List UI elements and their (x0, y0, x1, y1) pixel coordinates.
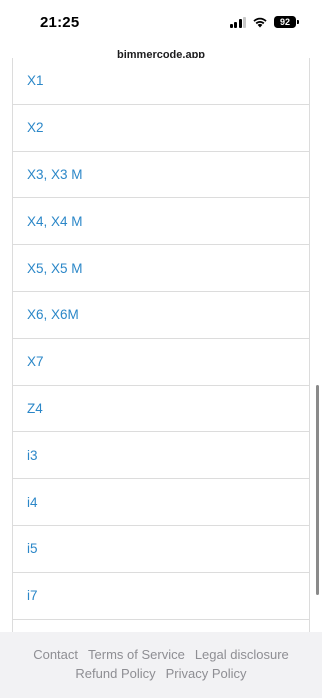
legal-disclosure-link[interactable]: Legal disclosure (195, 647, 289, 662)
model-list-item[interactable]: X7 (13, 339, 309, 386)
status-time: 21:25 (40, 13, 80, 31)
model-link[interactable]: X1 (27, 73, 44, 88)
model-list-item[interactable]: i7 (13, 573, 309, 620)
model-link[interactable]: X2 (27, 120, 44, 135)
screen: 21:25 92 bimmercode.app X1 X2 X3, X3 M X4, … (0, 0, 322, 698)
model-list-item[interactable]: X3, X3 M (13, 152, 309, 199)
model-link[interactable]: X3, X3 M (27, 167, 83, 182)
cellular-signal-icon (229, 16, 246, 28)
scrollbar[interactable] (316, 385, 319, 595)
model-list-item[interactable]: X5, X5 M (13, 245, 309, 292)
footer-row-1: Contact Terms of Service Legal disclosur… (33, 647, 289, 662)
status-bar: 21:25 92 (0, 0, 322, 44)
model-link[interactable]: i5 (27, 541, 38, 556)
model-link[interactable]: Z4 (27, 401, 43, 416)
model-link[interactable]: i7 (27, 588, 38, 603)
battery-icon: 92 (274, 16, 299, 28)
model-link[interactable]: X7 (27, 354, 44, 369)
model-link[interactable]: X4, X4 M (27, 214, 83, 229)
status-icons: 92 (229, 16, 299, 28)
model-list-item[interactable]: X4, X4 M (13, 198, 309, 246)
model-list-item[interactable]: i3 (13, 432, 309, 480)
model-list-item[interactable]: Z4 (13, 386, 309, 433)
model-list: X1 X2 X3, X3 M X4, X4 M X5, X5 M X6, X6M X7 Z4 i… (12, 58, 310, 667)
privacy-policy-link[interactable]: Privacy Policy (166, 666, 247, 681)
model-list-item[interactable]: X6, X6M (13, 292, 309, 339)
contact-link[interactable]: Contact (33, 647, 78, 662)
model-list-item[interactable]: X1 (13, 58, 309, 105)
model-list-item[interactable]: X2 (13, 105, 309, 152)
footer-row-2: Refund Policy Privacy Policy (75, 666, 246, 681)
model-list-item[interactable]: i4 (13, 479, 309, 526)
terms-of-service-link[interactable]: Terms of Service (88, 647, 185, 662)
wifi-icon (253, 17, 267, 28)
model-link[interactable]: i3 (27, 448, 38, 463)
footer: Contact Terms of Service Legal disclosur… (0, 632, 322, 698)
model-list-item[interactable]: i5 (13, 526, 309, 573)
model-link[interactable]: X5, X5 M (27, 261, 83, 276)
model-link[interactable]: X6, X6M (27, 307, 79, 322)
refund-policy-link[interactable]: Refund Policy (75, 666, 155, 681)
model-link[interactable]: i4 (27, 495, 38, 510)
